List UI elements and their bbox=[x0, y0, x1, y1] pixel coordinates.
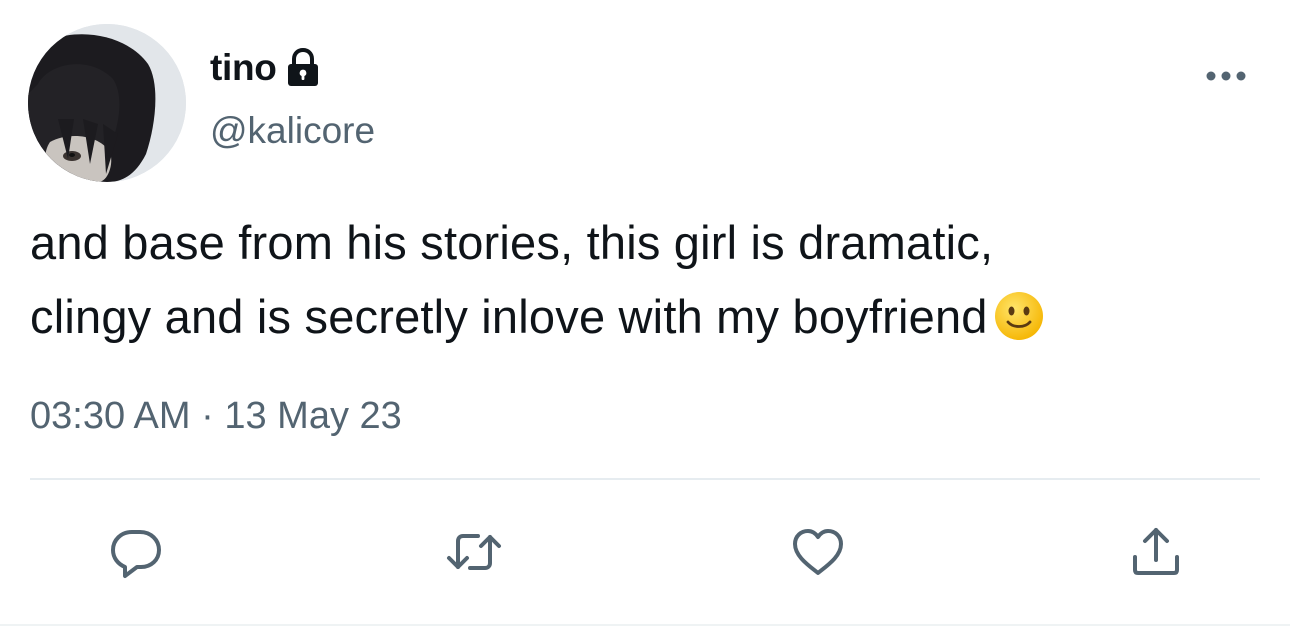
tweet-date: 13 May 23 bbox=[224, 395, 402, 437]
more-options-icon[interactable] bbox=[1204, 66, 1248, 86]
tweet-text: and base from his stories, this girl is … bbox=[30, 206, 1275, 354]
share-icon bbox=[1133, 528, 1179, 575]
tweet-text-line-2: clingy and is secretly inlove with my bo… bbox=[30, 280, 1275, 354]
retweet-button[interactable] bbox=[442, 520, 506, 584]
reply-button[interactable] bbox=[104, 520, 168, 584]
author-handle[interactable]: @kalicore bbox=[210, 110, 375, 152]
display-name[interactable]: tino bbox=[210, 47, 277, 89]
like-icon bbox=[793, 529, 843, 575]
share-button[interactable] bbox=[1124, 520, 1188, 584]
bottom-divider bbox=[0, 624, 1290, 626]
retweet-icon bbox=[447, 534, 501, 570]
tweet-time: 03:30 AM bbox=[30, 395, 191, 437]
slightly-smiling-face-emoji bbox=[994, 288, 1044, 340]
divider bbox=[30, 478, 1260, 480]
timestamp-separator: · bbox=[201, 395, 214, 437]
tweet-timestamp[interactable]: 03:30 AM · 13 May 23 bbox=[30, 395, 402, 438]
avatar[interactable] bbox=[28, 24, 186, 182]
tweet-text-line: clingy and is secretly inlove with my bo… bbox=[30, 290, 988, 343]
like-button[interactable] bbox=[786, 520, 850, 584]
avatar-photo bbox=[28, 24, 186, 182]
tweet-text-line: and base from his stories, this girl is … bbox=[30, 216, 994, 269]
author-name-row: tino bbox=[210, 44, 321, 92]
reply-icon bbox=[111, 530, 161, 578]
lock-icon bbox=[285, 48, 321, 88]
